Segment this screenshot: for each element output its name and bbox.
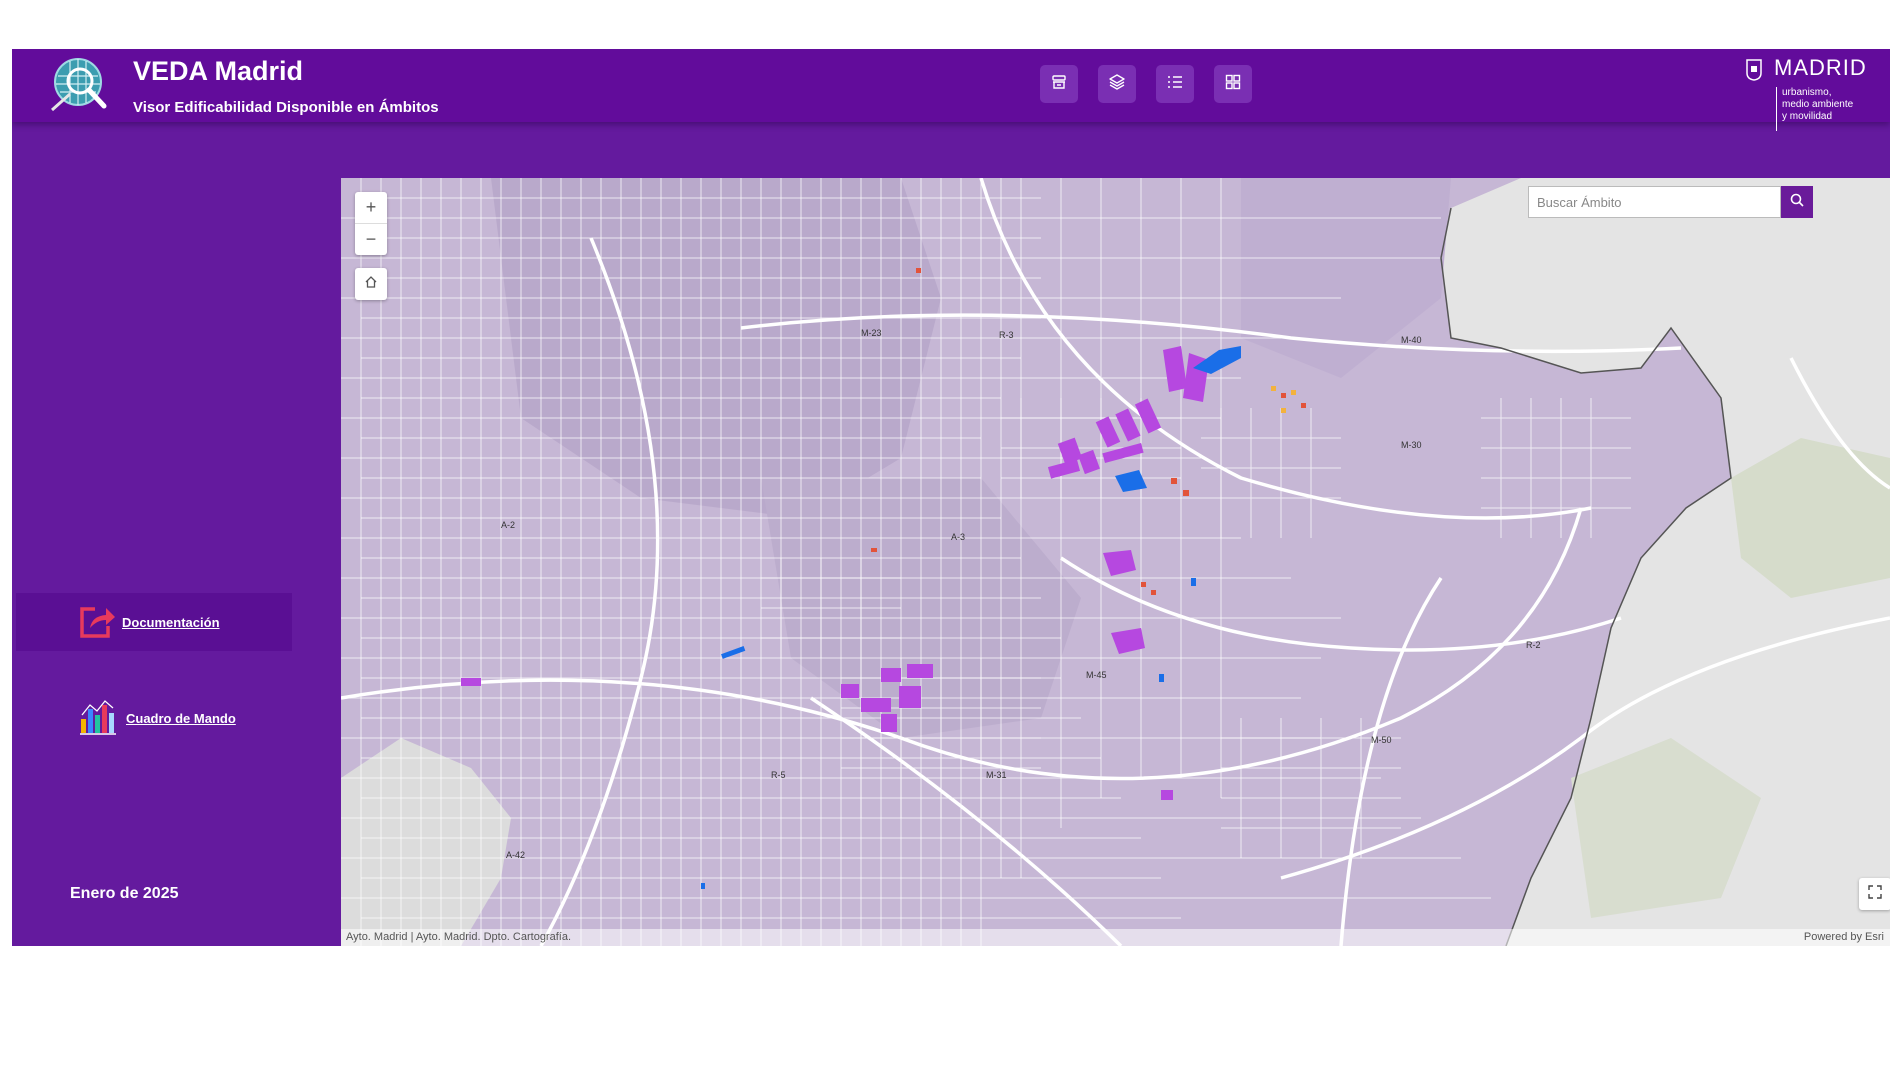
zoom-control: + − [355, 192, 387, 255]
fullscreen-icon [1868, 884, 1882, 904]
road-label: A-42 [506, 850, 525, 860]
brand-line: medio ambiente [1782, 99, 1854, 110]
home-button[interactable] [355, 268, 387, 300]
map-view[interactable]: M-23 R-3 M-40 M-30 A-3 M-45 M-50 R-2 A-2… [341, 178, 1890, 946]
powered-by-esri[interactable]: Powered by Esri [1804, 931, 1884, 943]
road-label: R-3 [999, 330, 1014, 340]
brand-name: MADRID [1774, 55, 1867, 80]
brand-subtitle: urbanismo, medio ambiente y movilidad [1782, 87, 1890, 123]
road-label: A-3 [951, 532, 965, 542]
brand-line: y movilidad [1782, 111, 1833, 122]
layers-icon [1108, 73, 1126, 96]
brand-line: urbanismo, [1782, 87, 1832, 98]
sidebar-item-documentacion[interactable]: Documentación [16, 593, 292, 651]
legend-icon [1166, 73, 1184, 96]
road-label: M-30 [1401, 440, 1422, 450]
layers-button[interactable] [1098, 65, 1136, 103]
sidebar: Documentación Cuadro de Mando Enero de 2… [12, 122, 341, 946]
home-icon [364, 275, 378, 294]
share-icon [78, 604, 116, 640]
road-label: M-40 [1401, 335, 1422, 345]
search-input[interactable] [1528, 186, 1781, 218]
header: VEDA Madrid Visor Edificabilidad Disponi… [12, 49, 1890, 131]
legend-button[interactable] [1156, 65, 1194, 103]
search-button[interactable] [1781, 186, 1813, 218]
basemap-button[interactable] [1040, 65, 1078, 103]
road-label: M-45 [1086, 670, 1107, 680]
header-toolbar [1040, 65, 1252, 103]
road-label: A-2 [501, 520, 515, 530]
sidebar-item-label: Documentación [122, 614, 220, 630]
basemap-icon [1050, 73, 1068, 96]
road-label: M-23 [861, 328, 882, 338]
road-label: M-50 [1371, 735, 1392, 745]
zoom-in-button[interactable]: + [355, 192, 387, 223]
madrid-shield-icon [1746, 59, 1762, 81]
road-label: R-2 [1526, 640, 1541, 650]
sidebar-item-label: Cuadro de Mando [126, 710, 236, 726]
basemap: M-23 R-3 M-40 M-30 A-3 M-45 M-50 R-2 A-2… [341, 178, 1890, 946]
attribution-text: Ayto. Madrid | Ayto. Madrid. Dpto. Carto… [346, 931, 572, 943]
search-icon [1789, 192, 1805, 213]
app-title: VEDA Madrid [133, 56, 304, 86]
grid-icon [1224, 73, 1242, 96]
road-label: R-5 [771, 770, 786, 780]
road-label: M-31 [986, 770, 1007, 780]
veda-logo-icon [48, 54, 112, 114]
brand-divider [1776, 87, 1777, 131]
grid-button[interactable] [1214, 65, 1252, 103]
app-subtitle: Visor Edificabilidad Disponible en Ámbit… [133, 99, 439, 116]
app-frame: VEDA Madrid Visor Edificabilidad Disponi… [12, 49, 1890, 946]
bar-chart-icon [78, 699, 118, 737]
zoom-out-button[interactable]: − [355, 223, 387, 255]
sidebar-item-cuadro-de-mando[interactable]: Cuadro de Mando [78, 693, 236, 743]
fullscreen-button[interactable] [1859, 878, 1890, 910]
date-label: Enero de 2025 [70, 885, 179, 902]
map-attribution: Ayto. Madrid | Ayto. Madrid. Dpto. Carto… [341, 929, 1890, 946]
